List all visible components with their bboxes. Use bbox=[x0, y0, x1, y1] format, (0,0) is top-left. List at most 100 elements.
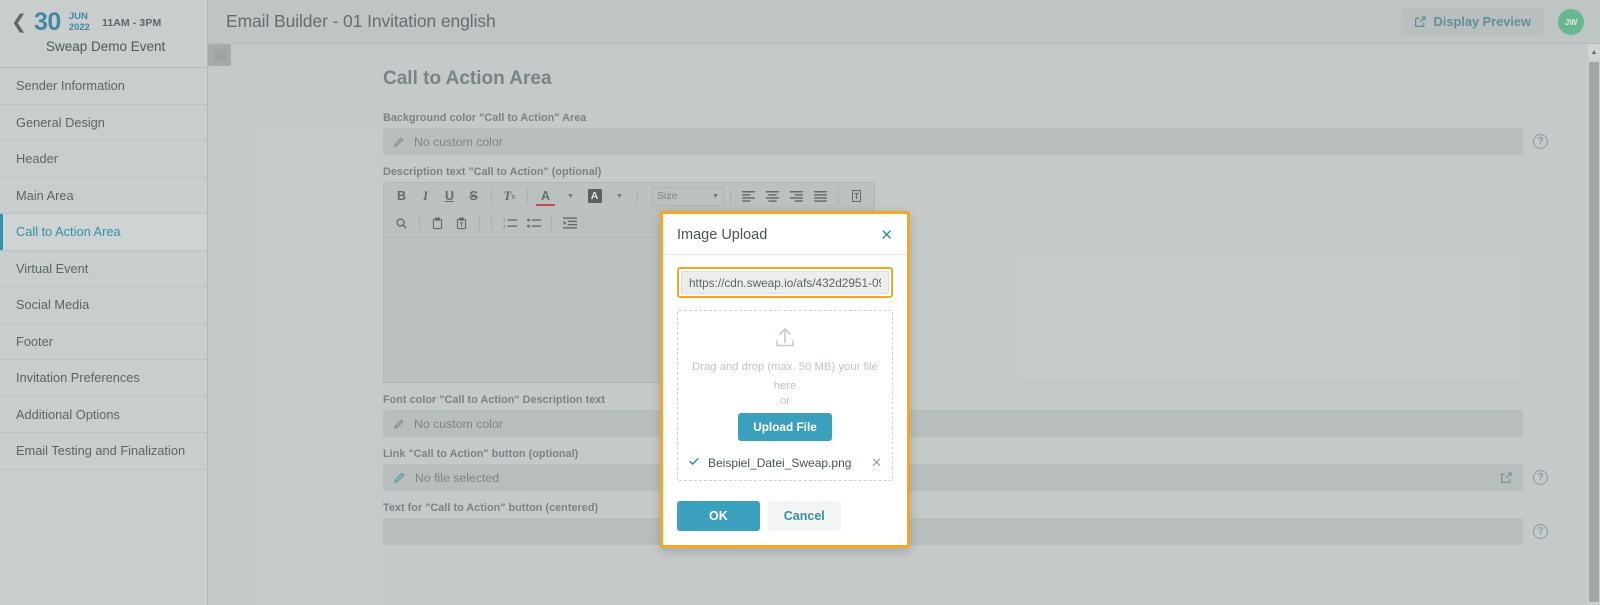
background-color-chevron-down-icon[interactable]: ▼ bbox=[608, 185, 631, 207]
display-preview-button[interactable]: Display Preview bbox=[1400, 8, 1544, 35]
field-label: Text for "Call to Action" button (center… bbox=[383, 502, 599, 514]
field-label: Link "Call to Action" button (optional) bbox=[383, 448, 579, 460]
close-icon[interactable]: ✕ bbox=[880, 228, 893, 243]
remove-format-icon[interactable]: Tx bbox=[498, 185, 521, 207]
background-color-input[interactable]: No custom color bbox=[383, 128, 1523, 155]
numbered-list-icon[interactable]: 12 bbox=[498, 212, 521, 234]
sidebar-item-invitation-preferences[interactable]: Invitation Preferences bbox=[0, 360, 207, 397]
toolbar-divider bbox=[419, 215, 420, 231]
font-size-value: Size bbox=[657, 190, 678, 202]
pencil-icon bbox=[393, 471, 406, 484]
image-url-value: https://cdn.sweap.io/afs/432d2951-0949 bbox=[689, 275, 881, 290]
help-icon[interactable]: ? bbox=[1533, 470, 1548, 485]
upload-icon bbox=[688, 325, 882, 351]
field-row: ? bbox=[383, 518, 1548, 545]
background-color-icon[interactable]: A bbox=[583, 185, 606, 207]
field-row: No custom color ? bbox=[383, 128, 1548, 155]
chevron-down-icon: ▼ bbox=[712, 192, 719, 200]
scroll-up-arrow-icon[interactable]: ▲ bbox=[1588, 44, 1600, 60]
sidebar-item-additional-options[interactable]: Additional Options bbox=[0, 396, 207, 433]
bold-icon[interactable]: B bbox=[390, 185, 413, 207]
image-url-input[interactable]: https://cdn.sweap.io/afs/432d2951-0949 bbox=[681, 271, 889, 294]
sidebar-item-label: Additional Options bbox=[16, 406, 120, 422]
event-day: 30 bbox=[34, 8, 61, 36]
help-icon[interactable]: ? bbox=[1533, 524, 1548, 539]
sidebar-item-header[interactable]: Header bbox=[0, 141, 207, 178]
event-date-row: ❮ 30 JUN 2022 11AM - 3PM bbox=[10, 8, 197, 37]
page-title: Email Builder - 01 Invitation english bbox=[226, 11, 496, 31]
toolbar-divider bbox=[479, 215, 480, 231]
sidebar-item-footer[interactable]: Footer bbox=[0, 323, 207, 360]
text-color-chevron-down-icon[interactable]: ▼ bbox=[559, 185, 582, 207]
ok-button[interactable]: OK bbox=[677, 501, 760, 532]
help-icon[interactable]: ? bbox=[1533, 134, 1548, 149]
paste-icon[interactable] bbox=[426, 212, 449, 234]
editor-label: Description text "Call to Action" (optio… bbox=[383, 166, 602, 178]
sidebar-item-label: Header bbox=[16, 151, 58, 167]
align-justify-icon[interactable] bbox=[809, 185, 832, 207]
font-size-select[interactable]: Size ▼ bbox=[652, 186, 724, 206]
avatar[interactable]: JW bbox=[1558, 8, 1584, 35]
sidebar-item-general-design[interactable]: General Design bbox=[0, 104, 207, 141]
field-value: No custom color bbox=[414, 416, 503, 431]
dialog-header: Image Upload ✕ bbox=[663, 214, 907, 255]
copy-icon[interactable] bbox=[208, 44, 231, 66]
field-link-button: Link "Call to Action" button (optional) … bbox=[383, 448, 1548, 491]
strikethrough-icon[interactable]: S bbox=[462, 185, 485, 207]
undo-icon[interactable] bbox=[208, 44, 231, 66]
align-left-icon[interactable] bbox=[737, 185, 760, 207]
sidebar-item-label: Social Media bbox=[16, 297, 90, 313]
text-template-icon[interactable]: T bbox=[845, 185, 868, 207]
dialog-title: Image Upload bbox=[677, 227, 768, 243]
sidebar-item-social-media[interactable]: Social Media bbox=[0, 287, 207, 324]
underline-icon[interactable]: U bbox=[438, 185, 461, 207]
event-month-year: JUN 2022 bbox=[67, 11, 90, 33]
external-link-icon[interactable] bbox=[1500, 471, 1513, 484]
paste-text-icon[interactable] bbox=[450, 212, 473, 234]
remove-file-icon[interactable]: ✕ bbox=[871, 456, 882, 469]
event-time: 11AM - 3PM bbox=[101, 16, 162, 29]
pencil-icon bbox=[393, 136, 405, 148]
svg-text:2: 2 bbox=[503, 224, 506, 229]
dialog-body: https://cdn.sweap.io/afs/432d2951-0949 D… bbox=[663, 255, 907, 491]
avatar-initials: JW bbox=[1564, 16, 1578, 27]
bullet-list-icon[interactable] bbox=[522, 212, 545, 234]
link-file-input[interactable]: No file selected bbox=[383, 464, 1523, 491]
display-preview-label: Display Preview bbox=[1433, 14, 1531, 29]
file-dropzone[interactable]: Drag and drop (max. 50 MB) your file her… bbox=[677, 310, 893, 482]
external-link-icon bbox=[1414, 15, 1427, 28]
top-bar-actions: Display Preview JW bbox=[1400, 8, 1584, 35]
sidebar-item-label: Virtual Event bbox=[16, 260, 89, 276]
field-button-text: Text for "Call to Action" button (center… bbox=[383, 502, 1548, 545]
cut-icon[interactable] bbox=[208, 44, 231, 66]
event-month: JUN bbox=[68, 11, 88, 23]
redo-icon[interactable] bbox=[208, 44, 231, 66]
sidebar-item-label: Invitation Preferences bbox=[16, 370, 140, 386]
sidebar-item-virtual-event[interactable]: Virtual Event bbox=[0, 250, 207, 287]
toolbar-divider bbox=[551, 215, 552, 231]
top-bar: Email Builder - 01 Invitation english Di… bbox=[208, 0, 1600, 44]
search-icon[interactable] bbox=[390, 212, 413, 234]
indent-icon[interactable] bbox=[558, 212, 581, 234]
sidebar-item-label: Main Area bbox=[16, 187, 74, 203]
sidebar-item-email-testing-and-finalization[interactable]: Email Testing and Finalization bbox=[0, 433, 207, 470]
text-color-icon[interactable]: A bbox=[534, 185, 557, 207]
button-text-input[interactable] bbox=[383, 518, 1523, 545]
editor-row: B I U S Tx A ▼ A ▼ Size ▼ T 1 2 bbox=[208, 44, 1548, 383]
sidebar-item-sender-information[interactable]: Sender Information bbox=[0, 68, 207, 105]
chevron-left-icon[interactable]: ❮ bbox=[10, 10, 28, 36]
sidebar-item-main-area[interactable]: Main Area bbox=[0, 177, 207, 214]
italic-icon[interactable]: I bbox=[414, 185, 437, 207]
uploaded-file-row: Beispiel_Datei_Sweap.png ✕ bbox=[688, 451, 882, 470]
vertical-scrollbar[interactable]: ▲ bbox=[1588, 44, 1600, 605]
outdent-icon[interactable] bbox=[208, 44, 231, 66]
align-center-icon[interactable] bbox=[761, 185, 784, 207]
font-color-input[interactable]: No custom color bbox=[383, 410, 1523, 437]
upload-file-button[interactable]: Upload File bbox=[738, 413, 832, 442]
sidebar-item-call-to-action-area[interactable]: Call to Action Area bbox=[0, 214, 207, 251]
image-url-field-highlight: https://cdn.sweap.io/afs/432d2951-0949 bbox=[677, 267, 893, 298]
toolbar-divider bbox=[491, 215, 492, 231]
align-right-icon[interactable] bbox=[785, 185, 808, 207]
cancel-button[interactable]: Cancel bbox=[767, 501, 841, 532]
scrollbar-thumb[interactable] bbox=[1589, 62, 1599, 602]
